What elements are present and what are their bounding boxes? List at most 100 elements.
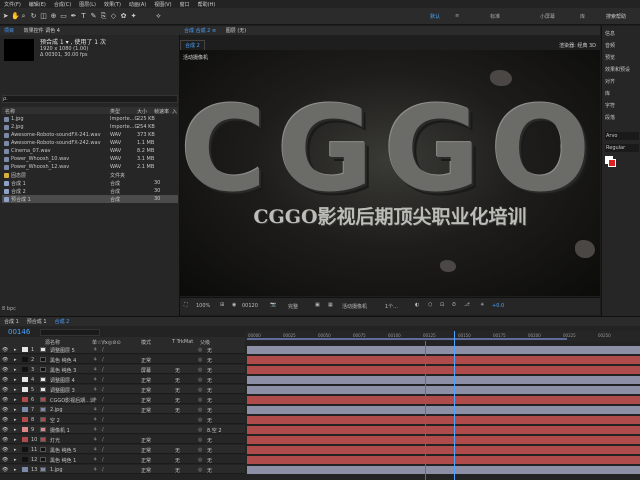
menu-item[interactable]: 窗口 (180, 1, 190, 8)
pickwhip-icon[interactable]: ◎ (198, 407, 202, 413)
snap-icon[interactable]: ⟡ (155, 12, 162, 20)
layer-name[interactable]: 调整图层 5 (50, 347, 75, 354)
expand-icon[interactable]: ▸ (14, 397, 17, 403)
layer-duration-bar[interactable] (247, 466, 640, 474)
stroke-color-swatch[interactable] (608, 159, 616, 167)
expand-icon[interactable]: ▸ (14, 347, 17, 353)
layer-name[interactable]: CGGO影视后期...训 (50, 397, 95, 404)
layer-row[interactable]: 👁 ▸ 11 黑色 纯色 5 ⚘ / 正常 无 ◎ 无 (0, 445, 245, 454)
shy-switch-icon[interactable]: ⚘ (93, 417, 97, 423)
mode-select[interactable]: 正常 (141, 457, 151, 464)
layer-row[interactable]: 👁 ▸ 5 调整图层 3 ⚘ / 正常 无 ◎ 无 (0, 385, 245, 394)
shy-switch-icon[interactable]: ⚘ (93, 357, 97, 363)
label-color-swatch[interactable] (22, 447, 28, 452)
pickwhip-icon[interactable]: ◎ (198, 447, 202, 453)
layer-duration-bar[interactable] (247, 366, 640, 374)
parent-select[interactable]: 无 (207, 417, 212, 424)
eye-icon[interactable]: 👁 (2, 357, 8, 363)
panel-7[interactable]: 段落 (605, 114, 615, 121)
fx-switch-icon[interactable]: / (102, 437, 104, 443)
shy-switch-icon[interactable]: ⚘ (93, 367, 97, 373)
menu-item[interactable]: 动画(A) (129, 1, 146, 8)
pickwhip-icon[interactable]: ◎ (198, 377, 202, 383)
timeline-tab[interactable]: 合成 2 (51, 317, 74, 326)
tab-composition[interactable]: 合成 合成 2 ≡ (180, 26, 220, 35)
label-color-swatch[interactable] (22, 367, 28, 372)
shy-switch-icon[interactable]: ⚘ (93, 347, 97, 353)
layer-name[interactable]: 黑色 纯色 4 (50, 357, 76, 364)
project-item[interactable]: 合成 2 合成 30 (2, 187, 178, 195)
playhead[interactable] (454, 331, 455, 480)
fx-switch-icon[interactable]: / (102, 427, 104, 433)
layer-row[interactable]: 👁 ▸ 4 调整图层 4 ⚘ / 正常 无 ◎ 无 (0, 375, 245, 384)
mode-select[interactable]: 屏幕 (141, 367, 151, 374)
project-item[interactable]: Awesome-Roboto-soundFX-242.wav WAV 1.1 M… (2, 139, 178, 147)
mode-select[interactable]: 正常 (141, 387, 151, 394)
label-color-swatch[interactable] (22, 457, 28, 462)
pickwhip-icon[interactable]: ◎ (198, 387, 202, 393)
expand-icon[interactable]: ▸ (14, 407, 17, 413)
eye-icon[interactable]: 👁 (2, 427, 8, 433)
trkmat-select[interactable]: 无 (175, 397, 180, 404)
menu-item[interactable]: 合成(C) (54, 1, 71, 8)
search-input[interactable]: ρ. (2, 95, 178, 103)
eye-icon[interactable]: 👁 (2, 387, 8, 393)
rotate-tool-icon[interactable]: ↻ (30, 12, 37, 20)
trkmat-select[interactable]: 无 (175, 387, 180, 394)
layer-duration-bar[interactable] (247, 456, 640, 464)
project-item[interactable]: Power_Whoosh_10.wav WAV 3.1 MB (2, 155, 178, 163)
layer-row[interactable]: 👁 ▸ 10 灯光 ⚘ / 正常 ◎ 无 (0, 435, 245, 444)
col-fps[interactable]: 帧速率 (154, 108, 169, 115)
eye-icon[interactable]: 👁 (2, 467, 8, 473)
menu-item[interactable]: 效果(T) (104, 1, 121, 8)
fx-switch-icon[interactable]: / (102, 417, 104, 423)
snapshot-icon[interactable]: ◉ (232, 302, 236, 308)
layer-row[interactable]: 👁 ▸ 7 2.jpg ⚘ / 正常 无 ◎ 无 (0, 405, 245, 414)
pickwhip-icon[interactable]: ◎ (198, 457, 202, 463)
parent-select[interactable]: 无 (207, 467, 212, 474)
zoom-select[interactable]: 100% (196, 303, 210, 309)
expand-icon[interactable]: ▸ (14, 387, 17, 393)
timeline-timecode[interactable]: 00146 (8, 328, 30, 336)
camera-tool-icon[interactable]: ◫ (40, 12, 47, 20)
shy-switch-icon[interactable]: ⚘ (93, 407, 97, 413)
parent-select[interactable]: 无 (207, 367, 212, 374)
parent-select[interactable]: 无 (207, 347, 212, 354)
panel-4[interactable]: 对齐 (605, 78, 615, 85)
layer-row[interactable]: 👁 ▸ 8 空 2 ⚘ / ◎ 无 (0, 415, 245, 424)
time-ruler[interactable]: 00000 00025 00050 00075 00100 00125 00150 00175… (245, 331, 640, 341)
pickwhip-icon[interactable]: ◎ (198, 467, 202, 473)
timeline-tab[interactable]: 合成 1 (0, 317, 23, 326)
view-layout-select[interactable]: 1个... (385, 303, 398, 310)
label-color-swatch[interactable] (22, 357, 28, 362)
parent-select[interactable]: 无 (207, 387, 212, 394)
bit-depth[interactable]: 8 bpc (2, 306, 16, 312)
menu-item[interactable]: 帮助(H) (198, 1, 216, 8)
shy-switch-icon[interactable]: ⚘ (93, 437, 97, 443)
workspace-small-screen[interactable]: 小屏幕 (540, 13, 555, 20)
label-color-swatch[interactable] (22, 397, 28, 402)
eye-icon[interactable]: 👁 (2, 377, 8, 383)
trkmat-select[interactable]: 无 (175, 367, 180, 374)
panel-3[interactable]: 效果和预设 (605, 66, 630, 73)
puppet-tool-icon[interactable]: ✦ (130, 12, 137, 20)
menu-item[interactable]: 文件(F) (4, 1, 21, 8)
fit-icon[interactable]: ⊞ (220, 302, 224, 308)
project-item[interactable]: 合成 1 合成 30 (2, 179, 178, 187)
layer-row[interactable]: 👁 ▸ 13 1.jpg ⚘ / 正常 无 ◎ 无 (0, 465, 245, 474)
layer-duration-bar[interactable] (247, 356, 640, 364)
parent-select[interactable]: 8.空 2 (207, 427, 222, 434)
workspace-menu-icon[interactable]: ≡ (455, 13, 459, 19)
pan-behind-tool-icon[interactable]: ⊕ (50, 12, 57, 20)
layer-name[interactable]: 黑色 纯色 3 (50, 367, 76, 374)
parent-select[interactable]: 无 (207, 447, 212, 454)
layer-name[interactable]: 1.jpg (50, 467, 63, 473)
fx-switch-icon[interactable]: / (102, 447, 104, 453)
eye-icon[interactable]: 👁 (2, 367, 8, 373)
trkmat-select[interactable]: 无 (175, 467, 180, 474)
panel-6[interactable]: 字符 (605, 102, 615, 109)
label-color-swatch[interactable] (22, 377, 28, 382)
font-style-select[interactable]: Regular (605, 144, 639, 152)
fx-switch-icon[interactable]: / (102, 377, 104, 383)
camera-icon[interactable]: 📷 (270, 302, 276, 308)
